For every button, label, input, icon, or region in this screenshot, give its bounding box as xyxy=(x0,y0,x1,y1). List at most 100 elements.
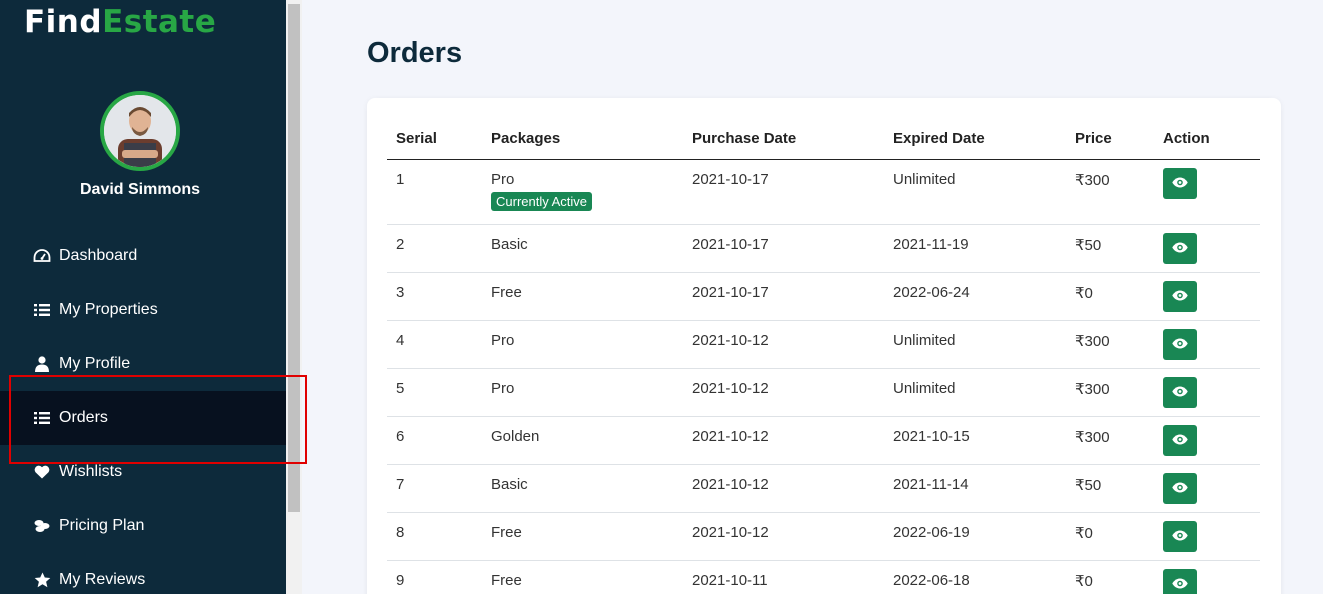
sidebar-scrollbar-thumb[interactable] xyxy=(288,4,300,512)
page-title: Orders xyxy=(367,37,463,69)
cell-action xyxy=(1154,512,1260,561)
cell-price: ₹300 xyxy=(1066,320,1154,369)
cell-package: Free xyxy=(482,272,683,321)
sidebar-item-label: Wishlists xyxy=(59,463,123,480)
sidebar-item-my-properties[interactable]: My Properties xyxy=(0,283,286,337)
cell-price: ₹50 xyxy=(1066,464,1154,513)
column-header-action: Action xyxy=(1154,118,1260,160)
cell-purchase-date: 2021-10-12 xyxy=(683,512,884,561)
cell-price: ₹0 xyxy=(1066,560,1154,594)
list-icon xyxy=(31,409,53,427)
cell-purchase-date: 2021-10-12 xyxy=(683,320,884,369)
sidebar-item-my-reviews[interactable]: My Reviews xyxy=(0,553,286,594)
table-row: 9 Free 2021-10-11 2022-06-18 ₹0 xyxy=(387,560,1260,594)
cell-serial: 4 xyxy=(387,320,482,369)
sidebar-item-label: Pricing Plan xyxy=(59,517,145,534)
package-name: Free xyxy=(491,571,522,589)
column-header-expired-date: Expired Date xyxy=(884,118,1066,160)
logo-text-estate: Estate xyxy=(102,4,217,40)
eye-icon xyxy=(1172,480,1188,497)
cell-expired-date: 2022-06-18 xyxy=(884,560,1066,594)
list-icon xyxy=(31,301,53,319)
cell-action xyxy=(1154,560,1260,594)
cell-expired-date: 2021-10-15 xyxy=(884,416,1066,465)
table-body: 1 Pro Currently Active 2021-10-17 Unlimited ₹… xyxy=(387,159,1260,594)
cell-package: Pro xyxy=(482,368,683,417)
cell-package: Golden xyxy=(482,416,683,465)
table-row: 8 Free 2021-10-12 2022-06-19 ₹0 xyxy=(387,512,1260,561)
eye-icon xyxy=(1172,432,1188,449)
cell-serial: 8 xyxy=(387,512,482,561)
column-header-serial: Serial xyxy=(387,118,482,160)
table-row: 1 Pro Currently Active 2021-10-17 Unlimited ₹… xyxy=(387,159,1260,225)
view-button[interactable] xyxy=(1163,328,1197,360)
package-name: Basic xyxy=(491,475,528,493)
sidebar-item-label: Orders xyxy=(59,409,108,426)
cell-price: ₹0 xyxy=(1066,512,1154,561)
cell-serial: 3 xyxy=(387,272,482,321)
eye-icon xyxy=(1172,240,1188,257)
cell-purchase-date: 2021-10-11 xyxy=(683,560,884,594)
cell-serial: 7 xyxy=(387,464,482,513)
table-row: 2 Basic 2021-10-17 2021-11-19 ₹50 xyxy=(387,224,1260,273)
cell-expired-date: 2022-06-24 xyxy=(884,272,1066,321)
eye-icon xyxy=(1172,336,1188,353)
cell-price: ₹0 xyxy=(1066,272,1154,321)
sidebar-item-orders[interactable]: Orders xyxy=(0,391,286,445)
sidebar-item-dashboard[interactable]: Dashboard xyxy=(0,229,286,283)
cell-expired-date: 2021-11-14 xyxy=(884,464,1066,513)
cell-purchase-date: 2021-10-17 xyxy=(683,224,884,273)
cell-expired-date: Unlimited xyxy=(884,159,1066,225)
package-name: Free xyxy=(491,283,522,301)
dashboard-icon xyxy=(31,247,53,265)
cell-package: Basic xyxy=(482,464,683,513)
cell-package: Free xyxy=(482,512,683,561)
cell-serial: 6 xyxy=(387,416,482,465)
view-button[interactable] xyxy=(1163,280,1197,312)
cell-price: ₹300 xyxy=(1066,416,1154,465)
eye-icon xyxy=(1172,175,1188,192)
cell-action xyxy=(1154,464,1260,513)
view-button[interactable] xyxy=(1163,167,1197,199)
cell-package: Free xyxy=(482,560,683,594)
cell-package: Pro Currently Active xyxy=(482,159,683,225)
orders-card: Serial Packages Purchase Date Expired Da… xyxy=(367,98,1281,594)
cell-action xyxy=(1154,320,1260,369)
sidebar-item-my-profile[interactable]: My Profile xyxy=(0,337,286,391)
sidebar-item-label: Dashboard xyxy=(59,247,138,264)
table-row: 6 Golden 2021-10-12 2021-10-15 ₹300 xyxy=(387,416,1260,465)
package-name: Golden xyxy=(491,427,540,445)
user-name: David Simmons xyxy=(79,181,201,198)
view-button[interactable] xyxy=(1163,520,1197,552)
user-icon xyxy=(31,355,53,373)
cell-action xyxy=(1154,159,1260,225)
view-button[interactable] xyxy=(1163,424,1197,456)
logo[interactable]: FindEstate xyxy=(24,4,216,40)
package-name: Basic xyxy=(491,235,528,253)
view-button[interactable] xyxy=(1163,472,1197,504)
column-header-packages: Packages xyxy=(482,118,683,160)
cell-package: Pro xyxy=(482,320,683,369)
sidebar-item-label: My Profile xyxy=(59,355,131,372)
sidebar-item-pricing-plan[interactable]: Pricing Plan xyxy=(0,499,286,553)
column-header-purchase-date: Purchase Date xyxy=(683,118,884,160)
table-row: 3 Free 2021-10-17 2022-06-24 ₹0 xyxy=(387,272,1260,321)
sidebar-item-wishlists[interactable]: Wishlists xyxy=(0,445,286,499)
view-button[interactable] xyxy=(1163,376,1197,408)
cell-price: ₹300 xyxy=(1066,368,1154,417)
cell-purchase-date: 2021-10-17 xyxy=(683,159,884,225)
cell-serial: 5 xyxy=(387,368,482,417)
cell-expired-date: Unlimited xyxy=(884,320,1066,369)
eye-icon xyxy=(1172,288,1188,305)
column-header-price: Price xyxy=(1066,118,1154,160)
cell-action xyxy=(1154,224,1260,273)
view-button[interactable] xyxy=(1163,568,1197,594)
cell-serial: 1 xyxy=(387,159,482,225)
currently-active-badge: Currently Active xyxy=(491,191,593,211)
cell-purchase-date: 2021-10-12 xyxy=(683,368,884,417)
cell-serial: 2 xyxy=(387,224,482,273)
table-row: 5 Pro 2021-10-12 Unlimited ₹300 xyxy=(387,368,1260,417)
logo-text-find: Find xyxy=(24,4,103,40)
view-button[interactable] xyxy=(1163,232,1197,264)
cell-package: Basic xyxy=(482,224,683,273)
